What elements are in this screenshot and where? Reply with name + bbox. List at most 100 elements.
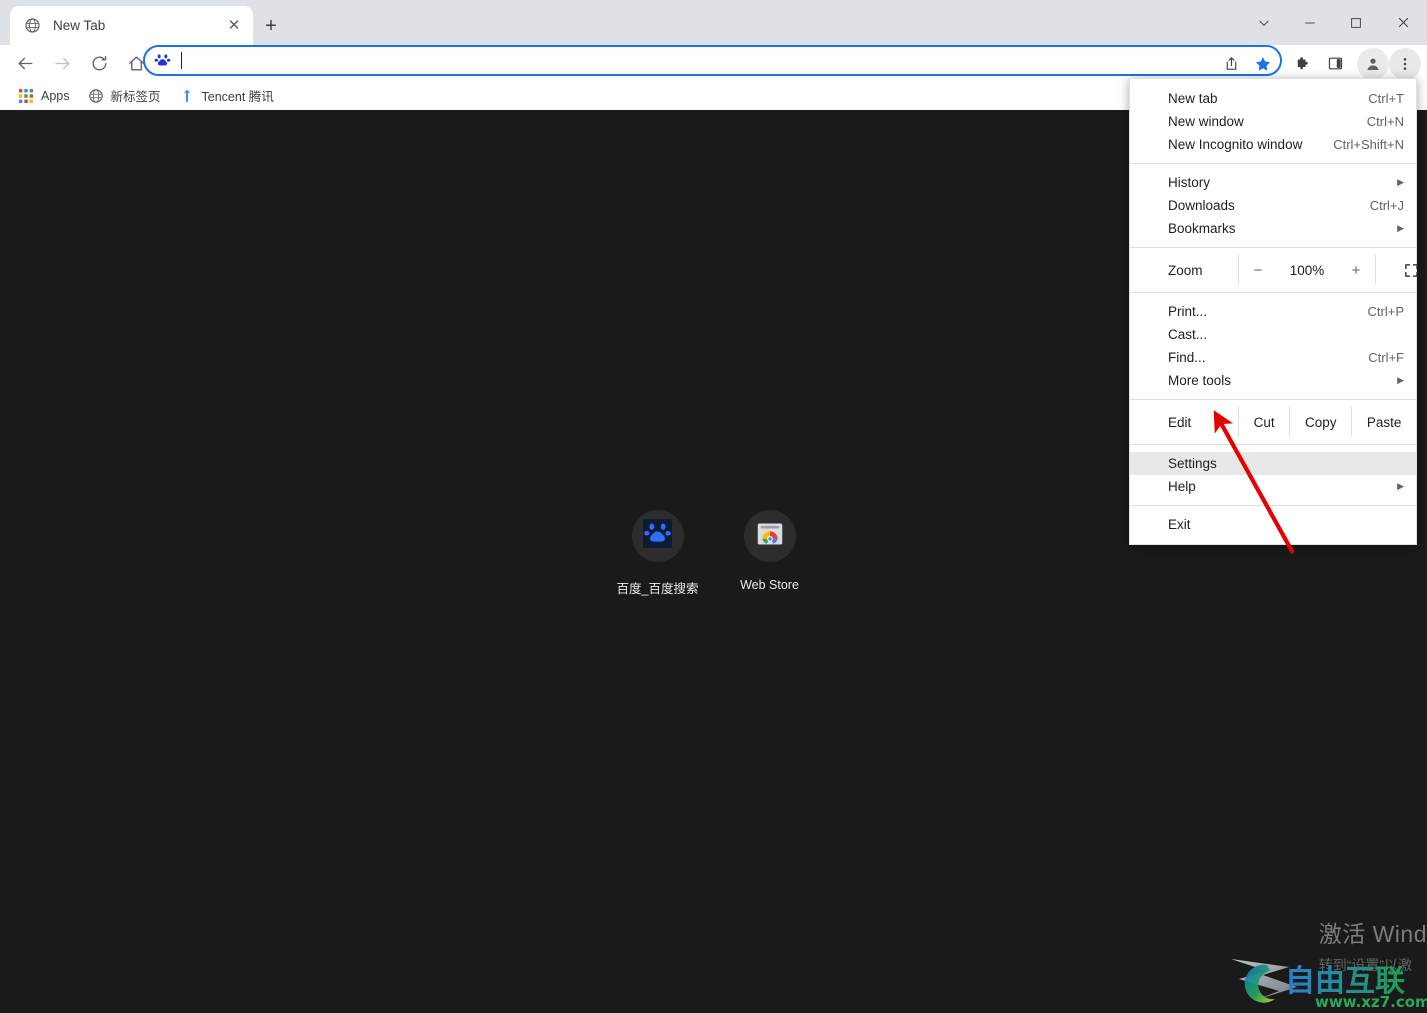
zoom-level-value: 100% — [1289, 262, 1325, 278]
menu-item-label: Exit — [1168, 517, 1191, 532]
puzzle-piece-icon[interactable] — [1287, 48, 1319, 80]
menu-item-label: History — [1168, 175, 1211, 190]
menu-item-more-tools[interactable]: More tools ▶ — [1130, 369, 1416, 392]
menu-item-history[interactable]: History ▶ — [1130, 171, 1416, 194]
reload-icon[interactable] — [82, 47, 116, 81]
side-panel-icon[interactable] — [1319, 48, 1351, 80]
menu-item-accel: Ctrl+F — [1368, 350, 1404, 365]
chrome-web-store-icon — [756, 520, 784, 553]
menu-item-label: New Incognito window — [1168, 137, 1303, 152]
watermark-line-2: 转到“设置”以激 — [1318, 957, 1413, 973]
back-arrow-icon[interactable] — [8, 47, 42, 81]
menu-separator — [1130, 444, 1416, 445]
tab-title: New Tab — [53, 18, 106, 33]
tencent-icon — [179, 88, 195, 104]
windows-activation-watermark: 激活 Wind 转到“设置”以激 — [1319, 915, 1427, 975]
edit-copy-button[interactable]: Copy — [1289, 407, 1351, 437]
bookmark-item-tencent[interactable]: Tencent 腾讯 — [171, 84, 282, 108]
baidu-paw-icon — [643, 519, 672, 553]
menu-item-cast[interactable]: Cast... — [1130, 323, 1416, 346]
menu-item-new-window[interactable]: New window Ctrl+N — [1130, 110, 1416, 133]
shortcut-icon-container — [743, 510, 796, 562]
menu-item-print[interactable]: Print... Ctrl+P — [1130, 300, 1416, 323]
menu-edit-row: Edit Cut Copy Paste — [1130, 407, 1416, 437]
tab-new-tab[interactable]: New Tab ✕ — [10, 6, 253, 45]
menu-item-downloads[interactable]: Downloads Ctrl+J — [1130, 194, 1416, 217]
close-button[interactable] — [1379, 0, 1427, 45]
fullscreen-icon[interactable] — [1375, 255, 1427, 285]
menu-item-label: Settings — [1168, 456, 1217, 471]
menu-item-label: Downloads — [1168, 198, 1235, 213]
bookmark-label: Apps — [41, 88, 70, 103]
menu-separator — [1130, 292, 1416, 293]
tab-strip: New Tab ✕ + — [0, 0, 1427, 45]
menu-item-new-tab[interactable]: New tab Ctrl+T — [1130, 87, 1416, 110]
close-icon[interactable]: ✕ — [225, 17, 243, 35]
bookmark-label: 新标签页 — [110, 90, 161, 104]
bookmark-item-apps[interactable]: Apps — [10, 84, 78, 108]
zoom-out-button[interactable]: − — [1239, 262, 1277, 279]
site-logo-url: www.xz7.com — [1315, 993, 1427, 1011]
menu-item-bookmarks[interactable]: Bookmarks ▶ — [1130, 217, 1416, 240]
menu-item-label: Cast... — [1168, 327, 1208, 342]
menu-item-accel: Ctrl+J — [1369, 198, 1404, 213]
menu-separator — [1130, 247, 1416, 248]
menu-item-label: Bookmarks — [1168, 221, 1236, 236]
menu-separator — [1130, 163, 1416, 164]
shortcut-label: 百度_百度搜索 — [616, 582, 699, 596]
menu-item-new-incognito-window[interactable]: New Incognito window Ctrl+Shift+N — [1130, 133, 1416, 156]
shortcut-icon-container — [631, 510, 684, 562]
globe-icon — [88, 88, 104, 104]
menu-item-label: Print... — [1168, 304, 1208, 319]
window-caption-buttons — [1241, 0, 1427, 45]
toolbar-right-actions — [1215, 45, 1427, 82]
zoom-in-button[interactable]: + — [1337, 262, 1375, 279]
bookmark-star-icon[interactable] — [1247, 48, 1279, 80]
menu-separator — [1130, 505, 1416, 506]
chevron-right-icon: ▶ — [1397, 177, 1404, 187]
site-logo-text: 自由互联 — [1285, 964, 1405, 999]
menu-item-label: New window — [1168, 114, 1244, 129]
menu-item-accel: Ctrl+P — [1367, 304, 1404, 319]
shortcut-web-store[interactable]: Web Store — [714, 510, 826, 597]
share-icon[interactable] — [1215, 48, 1247, 80]
baidu-paw-icon — [154, 52, 171, 69]
apps-grid-icon — [18, 88, 34, 104]
menu-item-help[interactable]: Help ▶ — [1130, 475, 1416, 498]
menu-item-exit[interactable]: Exit — [1130, 513, 1416, 536]
chevron-right-icon: ▶ — [1397, 375, 1404, 385]
three-dot-menu-icon[interactable] — [1389, 47, 1421, 80]
menu-item-label: New tab — [1168, 91, 1218, 106]
new-tab-button[interactable]: + — [257, 12, 285, 40]
address-bar[interactable] — [143, 45, 1282, 76]
zoom-label: Zoom — [1168, 262, 1203, 278]
menu-zoom-row: Zoom − 100% + — [1130, 255, 1418, 285]
chrome-main-menu: New tab Ctrl+T New window Ctrl+N New Inc… — [1129, 78, 1418, 545]
maximize-button[interactable] — [1333, 0, 1379, 45]
bookmark-item-new-tab-page[interactable]: 新标签页 — [80, 84, 169, 108]
profile-avatar-icon[interactable] — [1357, 47, 1389, 80]
globe-icon — [24, 17, 41, 34]
menu-item-accel: Ctrl+T — [1368, 91, 1404, 106]
forward-arrow-icon[interactable] — [45, 47, 79, 81]
shortcut-label: Web Store — [740, 578, 799, 592]
watermark-line-1: 激活 Wind — [1318, 921, 1427, 947]
menu-item-accel: Ctrl+N — [1366, 114, 1404, 129]
shortcut-baidu[interactable]: 百度_百度搜索 — [602, 510, 714, 597]
menu-item-label: More tools — [1168, 373, 1232, 388]
edit-cut-button[interactable]: Cut — [1238, 407, 1289, 437]
chevron-right-icon: ▶ — [1397, 481, 1404, 491]
edit-label: Edit — [1168, 414, 1192, 430]
menu-item-settings[interactable]: Settings — [1130, 452, 1416, 475]
minimize-button[interactable] — [1287, 0, 1333, 45]
zoom-controls: − 100% + — [1238, 255, 1375, 285]
menu-item-accel: Ctrl+Shift+N — [1333, 137, 1404, 152]
menu-separator — [1130, 399, 1416, 400]
menu-item-label: Find... — [1168, 350, 1206, 365]
search-tabs-button[interactable] — [1241, 0, 1287, 45]
text-cursor — [181, 52, 182, 69]
edit-paste-button[interactable]: Paste — [1351, 407, 1416, 437]
chevron-right-icon: ▶ — [1397, 223, 1404, 233]
menu-item-find[interactable]: Find... Ctrl+F — [1130, 346, 1416, 369]
bookmark-label: Tencent 腾讯 — [201, 90, 274, 104]
